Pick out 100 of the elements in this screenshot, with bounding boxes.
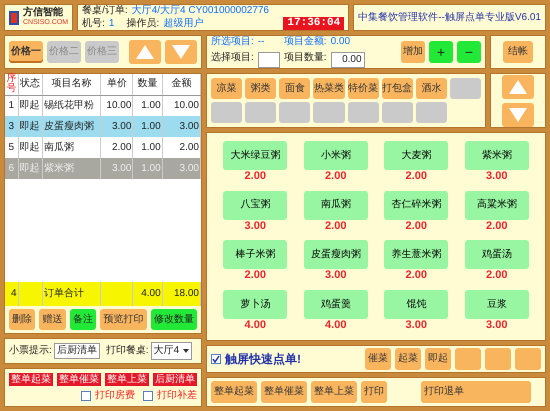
- kitchen-button[interactable]: 即起: [425, 348, 451, 370]
- empty-category-button[interactable]: [279, 102, 310, 124]
- print-table-label: 打印餐桌:: [106, 345, 149, 357]
- menu-item-price: 3.00: [406, 319, 427, 332]
- category-button[interactable]: 酒水: [416, 78, 447, 100]
- column-header: 数量: [132, 74, 162, 96]
- print-option-label: 打印房费: [95, 390, 135, 402]
- print-table-select[interactable]: 大厅4: [150, 342, 192, 360]
- item-quantity-label: 项目数量:: [284, 52, 327, 66]
- empty-category-button[interactable]: [382, 102, 413, 124]
- machine-value: 1: [108, 18, 114, 30]
- empty-category-button[interactable]: [416, 102, 447, 124]
- menu-item-price: 3.00: [325, 269, 346, 282]
- category-button[interactable]: 粥类: [245, 78, 276, 100]
- ticket-hint-field[interactable]: 后厨清单: [54, 343, 100, 359]
- quantity-button[interactable]: 增加: [401, 41, 425, 64]
- item-amount-value: 0.00: [330, 36, 350, 48]
- menu-item-button[interactable]: 鸡蛋汤: [464, 240, 529, 270]
- kitchen-blank-button[interactable]: [515, 348, 541, 370]
- empty-category-button[interactable]: [450, 78, 481, 100]
- order-action-button[interactable]: 赠送: [39, 309, 66, 330]
- category-button[interactable]: 凉菜: [211, 78, 242, 100]
- menu-item-button[interactable]: 养生薏米粥: [384, 240, 448, 270]
- operator-value: 超级用户: [163, 18, 204, 30]
- item-amount-label: 项目金额:: [284, 36, 327, 48]
- table-cell: 3: [5, 116, 18, 138]
- menu-item-button[interactable]: 南瓜粥: [304, 190, 368, 220]
- scroll-up-button[interactable]: [502, 74, 534, 99]
- order-label: 餐桌/订单:: [82, 5, 128, 17]
- menu-item-button[interactable]: 八宝粥: [223, 190, 288, 220]
- order-action-button[interactable]: 修改数量: [150, 309, 198, 330]
- bottom-button[interactable]: 打印退单: [421, 381, 531, 403]
- selected-item-label: 所选项目:: [211, 36, 254, 48]
- menu-item-button[interactable]: 紫米粥: [464, 141, 529, 170]
- order-action-button[interactable]: 备注: [70, 309, 96, 330]
- operator-label: 操作员:: [126, 18, 160, 30]
- empty-category-button[interactable]: [313, 102, 344, 124]
- item-quantity-field[interactable]: 0.00: [330, 52, 365, 68]
- category-button[interactable]: 打包盒: [382, 78, 413, 100]
- choose-item-label: 选择项目:: [211, 52, 254, 66]
- scroll-down-button[interactable]: [165, 40, 197, 64]
- table-cell: 皮蛋瘦肉粥: [42, 116, 101, 138]
- quick-order-checkbox[interactable]: [211, 354, 221, 364]
- print-option-label: 打印补差: [157, 390, 197, 402]
- order-action-button[interactable]: 预览打印: [100, 309, 147, 330]
- bottom-button[interactable]: 打印: [361, 381, 387, 403]
- table-cell: 6: [5, 158, 18, 180]
- quantity-button[interactable]: −: [457, 41, 481, 64]
- menu-item-button[interactable]: 皮蛋瘦肉粥: [304, 240, 368, 270]
- kitchen-button[interactable]: 催菜: [365, 348, 391, 370]
- menu-item-button[interactable]: 杏仁碎米粥: [384, 190, 448, 220]
- menu-item-button[interactable]: 小米粥: [304, 141, 368, 170]
- order-value: 大厅4/大厅4 CY001000002776: [132, 5, 269, 17]
- choose-item-field[interactable]: [258, 52, 280, 68]
- empty-category-button[interactable]: [245, 102, 276, 124]
- price-tab[interactable]: 价格一: [9, 41, 43, 64]
- bottom-button[interactable]: 整单上菜: [311, 381, 357, 403]
- menu-item-button[interactable]: 馄饨: [384, 290, 448, 320]
- menu-item-price: 2.00: [325, 220, 346, 233]
- menu-item-button[interactable]: 豆浆: [464, 290, 529, 320]
- menu-item-button[interactable]: 鸡蛋羹: [304, 290, 368, 320]
- logo-mark-icon: [9, 10, 19, 25]
- print-option-checkbox[interactable]: [81, 391, 91, 401]
- print-option-checkbox[interactable]: [143, 391, 153, 401]
- menu-item-button[interactable]: 大麦粥: [384, 141, 448, 170]
- menu-item-button[interactable]: 棒子米粥: [223, 240, 288, 270]
- check-icon: [212, 355, 220, 363]
- down-arrow-icon: [509, 108, 527, 122]
- table-cell: 3.00: [100, 158, 133, 180]
- empty-category-button[interactable]: [211, 102, 242, 124]
- column-header: 序号: [5, 74, 18, 96]
- category-button[interactable]: 特价菜: [348, 78, 379, 100]
- kitchen-button[interactable]: 起菜: [395, 348, 421, 370]
- selected-item-value: --: [258, 36, 264, 48]
- table-cell: 紫米粥: [42, 158, 101, 180]
- menu-item-price: 3.00: [486, 170, 508, 184]
- bottom-button[interactable]: 整单起菜: [211, 381, 257, 403]
- menu-item-price: 2.00: [486, 220, 508, 233]
- print-tag: 整单上菜: [105, 373, 149, 386]
- order-action-button[interactable]: 删除: [9, 309, 36, 330]
- menu-item-button[interactable]: 高粱米粥: [464, 190, 529, 220]
- empty-category-button[interactable]: [348, 102, 379, 124]
- bottom-button[interactable]: 整单催菜: [261, 381, 307, 403]
- kitchen-blank-button[interactable]: [455, 348, 481, 370]
- table-cell: 1.00: [132, 116, 162, 138]
- column-header: 项目名称: [42, 74, 101, 96]
- menu-item-button[interactable]: 萝卜汤: [223, 290, 288, 320]
- category-button[interactable]: 面食: [279, 78, 310, 100]
- scroll-down-button[interactable]: [502, 102, 534, 127]
- menu-item-price: 2.00: [325, 170, 346, 184]
- category-button[interactable]: 热菜类: [313, 78, 344, 100]
- table-cell: 即起: [18, 116, 42, 138]
- column-header: 状态: [18, 74, 42, 96]
- column-header: 金额: [162, 74, 200, 96]
- order-row[interactable]: 3 即起 皮蛋瘦肉粥 3.00 1.00 3.00: [5, 116, 200, 138]
- menu-item-button[interactable]: 大米绿豆粥: [223, 141, 288, 170]
- checkout-button[interactable]: 结帐: [503, 41, 533, 64]
- kitchen-blank-button[interactable]: [485, 348, 511, 370]
- scroll-up-button[interactable]: [129, 40, 161, 64]
- quantity-button[interactable]: +: [429, 41, 453, 64]
